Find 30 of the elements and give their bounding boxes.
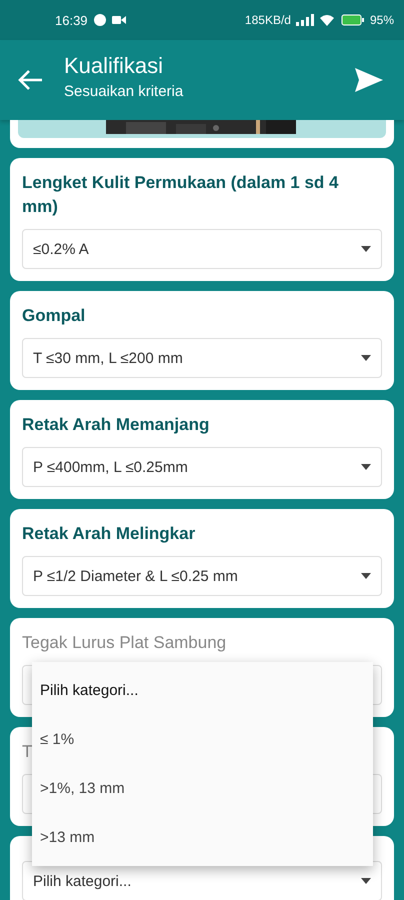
- menu-option[interactable]: ≤ 1%: [32, 715, 373, 764]
- send-icon[interactable]: [354, 67, 384, 93]
- criteria-title: Tegak Lurus Plat Sambung: [22, 632, 226, 654]
- battery-level: 95%: [370, 13, 394, 27]
- dropdown-icon: [361, 355, 371, 361]
- network-speed: 185KB/d: [244, 13, 291, 27]
- dropdown-icon: [361, 878, 371, 884]
- criteria-title: T: [22, 741, 32, 763]
- menu-option[interactable]: >1%, 13 mm: [32, 764, 373, 813]
- screen-subtitle: Sesuaikan kriteria: [64, 82, 184, 100]
- battery-icon: [340, 14, 365, 26]
- dropdown-icon: [361, 464, 371, 470]
- category-select[interactable]: P ≤1/2 Diameter & L ≤0.25 mm: [22, 556, 382, 596]
- back-icon[interactable]: [16, 68, 44, 92]
- category-select[interactable]: T ≤30 mm, L ≤200 mm: [22, 338, 382, 378]
- menu-option[interactable]: >13 mm: [32, 813, 373, 862]
- category-select[interactable]: ≤0.2% A: [22, 229, 382, 269]
- status-time: 16:39: [55, 12, 88, 28]
- criteria-title: Gompal: [22, 305, 86, 327]
- status-icon: [92, 13, 107, 27]
- screen-title: Kualifikasi: [64, 52, 164, 78]
- category-select[interactable]: P ≤400mm, L ≤0.25mm: [22, 447, 382, 487]
- criteria-title: Retak Arah Melingkar: [22, 523, 196, 545]
- criteria-title: Retak Arah Memanjang: [22, 414, 210, 436]
- signal-icon: [296, 14, 336, 26]
- dropdown-icon: [361, 573, 371, 579]
- menu-option[interactable]: Pilih kategori...: [32, 666, 373, 715]
- criteria-title: Lengket Kulit Permukaan (dalam 1 sd 4 mm): [22, 172, 340, 218]
- video-icon: [112, 15, 126, 25]
- dropdown-icon: [361, 246, 371, 252]
